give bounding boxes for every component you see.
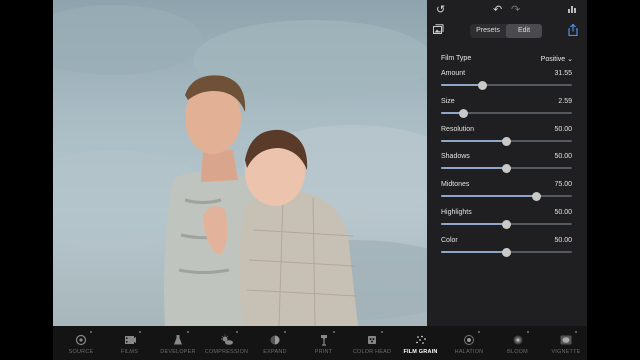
slider-fill bbox=[441, 251, 507, 253]
indicator-dot bbox=[187, 331, 189, 333]
param-midtones: Midtones 75.00 bbox=[441, 181, 572, 203]
param-size: Size 2.59 bbox=[441, 98, 572, 120]
redo-icon[interactable]: ↷ bbox=[511, 3, 520, 17]
slider-fill bbox=[441, 223, 507, 225]
film-type-row[interactable]: Film Type Positive ⌄ bbox=[441, 55, 573, 67]
enlarger-icon bbox=[317, 333, 331, 346]
param-value: 50.00 bbox=[554, 126, 572, 133]
param-color: Color 50.00 bbox=[441, 237, 572, 259]
param-value: 2.59 bbox=[558, 98, 572, 105]
indicator-dot bbox=[284, 331, 286, 333]
flask-icon bbox=[171, 333, 185, 345]
tool-developer[interactable]: DEVELOPER bbox=[154, 326, 202, 360]
param-value: 75.00 bbox=[554, 181, 572, 188]
camera-lens-icon bbox=[74, 333, 88, 346]
tool-halation[interactable]: HALATION bbox=[445, 326, 493, 360]
indicator-dot bbox=[381, 331, 383, 333]
indicator-dot bbox=[90, 331, 92, 333]
param-label: Size bbox=[441, 98, 455, 105]
tool-print[interactable]: PRINT bbox=[300, 326, 348, 360]
tool-source[interactable]: SOURCE bbox=[57, 326, 105, 360]
undo-arrow-icon[interactable]: ↺ bbox=[436, 3, 445, 17]
film-type-dropdown[interactable]: Positive ⌄ bbox=[541, 55, 573, 63]
slider-knob[interactable] bbox=[502, 136, 511, 146]
grain-icon bbox=[414, 333, 428, 345]
half-circle-icon bbox=[268, 333, 282, 345]
film-type-value: Positive bbox=[540, 56, 566, 63]
slider-fill bbox=[441, 167, 507, 169]
slider-track[interactable] bbox=[441, 191, 572, 201]
slider-track[interactable] bbox=[441, 219, 572, 229]
indicator-dot bbox=[575, 331, 577, 333]
slider-track[interactable] bbox=[441, 80, 572, 90]
indicator-dot bbox=[138, 331, 141, 333]
param-label: Highlights bbox=[441, 209, 472, 216]
param-value: 31.55 bbox=[554, 70, 572, 77]
indicator-dot bbox=[478, 331, 480, 333]
vignette-icon bbox=[559, 333, 573, 345]
image-stack-icon[interactable] bbox=[432, 24, 444, 39]
tab-edit[interactable]: Edit bbox=[506, 24, 542, 38]
slider-fill bbox=[441, 84, 483, 86]
slider-knob[interactable] bbox=[478, 80, 488, 90]
bloom-icon bbox=[511, 333, 525, 345]
param-value: 50.00 bbox=[554, 153, 572, 160]
film-type-label: Film Type bbox=[441, 55, 472, 62]
slider-knob[interactable] bbox=[532, 191, 542, 201]
sun-cloud-icon bbox=[220, 333, 234, 345]
slider-knob[interactable] bbox=[502, 247, 511, 257]
slider-fill bbox=[441, 140, 507, 142]
param-value: 50.00 bbox=[554, 209, 572, 216]
indicator-dot bbox=[235, 331, 238, 333]
tool-color-head[interactable]: COLOR HEAD bbox=[348, 326, 396, 360]
tab-row: Presets Edit bbox=[427, 22, 587, 40]
tool-films[interactable]: FILMS bbox=[106, 326, 154, 360]
halation-icon bbox=[462, 333, 476, 345]
tool-film-grain[interactable]: FILM GRAIN bbox=[397, 326, 445, 360]
param-label: Amount bbox=[441, 70, 466, 77]
tool-compression[interactable]: COMPRESSION bbox=[203, 326, 251, 360]
param-highlights: Highlights 50.00 bbox=[441, 209, 572, 231]
slider-knob[interactable] bbox=[458, 108, 468, 118]
photo-canvas[interactable] bbox=[53, 0, 427, 326]
param-label: Color bbox=[441, 237, 458, 244]
segmented-control: Presets Edit bbox=[470, 24, 542, 38]
param-amount: Amount 31.55 bbox=[441, 70, 572, 92]
param-label: Resolution bbox=[441, 126, 475, 133]
histogram-icon[interactable] bbox=[568, 3, 577, 17]
film-icon bbox=[123, 333, 137, 345]
photo-image bbox=[53, 5, 427, 326]
top-toolbar: ↺ ↶ ↷ bbox=[427, 0, 587, 20]
param-value: 50.00 bbox=[554, 237, 572, 244]
param-shadows: Shadows 50.00 bbox=[441, 153, 572, 175]
param-label: Shadows bbox=[441, 153, 470, 160]
tool-vignette[interactable]: VIGNETTE bbox=[542, 326, 590, 360]
slider-knob[interactable] bbox=[502, 219, 511, 229]
indicator-dot bbox=[332, 331, 335, 333]
slider-track[interactable] bbox=[441, 163, 572, 173]
tab-presets[interactable]: Presets bbox=[470, 24, 506, 38]
chevron-down-icon: ⌄ bbox=[567, 56, 573, 63]
tool-expand[interactable]: EXPAND bbox=[251, 326, 299, 360]
slider-track[interactable] bbox=[441, 136, 572, 146]
color-head-icon bbox=[365, 333, 379, 345]
undo-icon[interactable]: ↶ bbox=[493, 3, 502, 17]
slider-track[interactable] bbox=[441, 247, 572, 257]
param-resolution: Resolution 50.00 bbox=[441, 126, 572, 148]
slider-fill bbox=[441, 195, 537, 197]
share-icon[interactable] bbox=[568, 23, 578, 40]
indicator-dot bbox=[526, 331, 529, 333]
slider-knob[interactable] bbox=[502, 163, 511, 173]
edit-panel: ↺ ↶ ↷ Presets Edit Film Type Positive ⌄ … bbox=[427, 0, 587, 326]
tool-label: VIGNETTE bbox=[551, 349, 581, 355]
bottom-toolbar: SOURCE FILMS DEVELOPER COMPRESSION EXPAND PRI… bbox=[53, 326, 587, 360]
tool-bloom[interactable]: BLOOM bbox=[494, 326, 542, 360]
param-label: Midtones bbox=[441, 181, 470, 188]
slider-track[interactable] bbox=[441, 108, 572, 118]
